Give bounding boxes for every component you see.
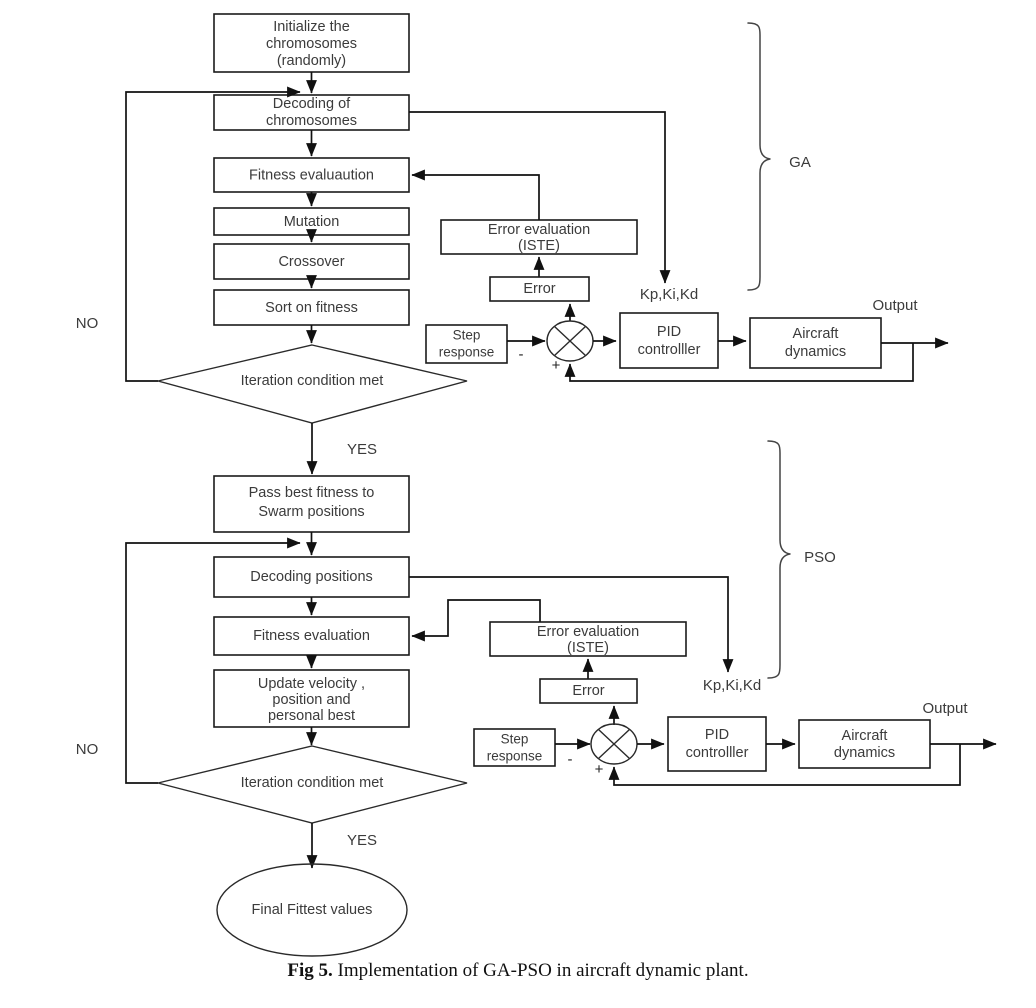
node-pso-error: Error (539, 678, 638, 704)
node-ga-error: Error (489, 276, 590, 302)
label-pso-plus-sign: + (595, 761, 604, 778)
edge-ga-error-eval-to-fitness (411, 169, 540, 220)
node-pso-decision-label: Iteration condition met (241, 775, 384, 791)
node-pso-step-line1: Step (501, 732, 529, 747)
flowchart-canvas: Initialize the chromosomes (randomly) De… (76, 13, 997, 957)
node-pso-aircraft-line1: Aircraft (842, 728, 888, 744)
node-pso-pid-line1: PID (705, 727, 729, 743)
node-pass-best-fitness: Pass best fitness to Swarm positions (213, 475, 410, 533)
node-mutation-label: Mutation (284, 214, 340, 230)
node-ga-step-response: Step response (425, 324, 508, 364)
figure-ga-pso-flowchart: Initialize the chromosomes (randomly) De… (0, 0, 1036, 1008)
node-ga-aircraft-line1: Aircraft (793, 326, 839, 342)
label-ga-output: Output (872, 297, 918, 314)
node-ga-pid-line2: controlller (638, 342, 701, 358)
label-pso-gains: Kp,Ki,Kd (703, 677, 761, 694)
label-ga-yes: YES (347, 441, 377, 458)
node-decoding-line1: Decoding of (273, 96, 351, 112)
node-ga-iteration-decision: Iteration condition met (157, 344, 468, 424)
label-pso-no: NO (76, 741, 99, 758)
node-initialize-line2: chromosomes (266, 36, 357, 52)
node-pass-best-line2: Swarm positions (258, 504, 364, 520)
node-decoding-line2: chromosomes (266, 113, 357, 129)
node-pso-step-line2: response (487, 749, 543, 764)
node-update-velocity: Update velocity , position and personal … (213, 669, 410, 728)
node-decoding-positions-label: Decoding positions (250, 569, 373, 585)
node-decoding-chromosomes: Decoding of chromosomes (213, 94, 410, 131)
node-crossover-label: Crossover (278, 254, 344, 270)
node-initialize-chromosomes: Initialize the chromosomes (randomly) (213, 13, 410, 73)
node-ga-decision-label: Iteration condition met (241, 373, 384, 389)
brace-ga: GA (747, 22, 811, 291)
brace-pso-label: PSO (804, 549, 836, 566)
node-update-line1: Update velocity , (258, 676, 365, 692)
node-pso-error-evaluation: Error evaluation (ISTE) (489, 621, 687, 657)
figure-caption: Fig 5. Implementation of GA-PSO in aircr… (0, 960, 1036, 982)
node-pso-iteration-decision: Iteration condition met (157, 745, 468, 824)
label-pso-yes: YES (347, 832, 377, 849)
label-pso-minus-sign: - (568, 751, 573, 768)
node-ga-aircraft-line2: dynamics (785, 344, 846, 360)
node-ga-fitness-evaluation: Fitness evaluaution (213, 157, 410, 193)
node-sort-label: Sort on fitness (265, 300, 358, 316)
node-initialize-line1: Initialize the (273, 19, 350, 35)
label-pso-output: Output (922, 700, 968, 717)
label-ga-minus-sign: - (519, 346, 524, 363)
node-pso-aircraft-dynamics: Aircraft dynamics (798, 719, 931, 769)
node-ga-pid-line1: PID (657, 324, 681, 340)
node-final-fittest-values: Final Fittest values (216, 863, 408, 957)
node-pso-pid-controller: PID controlller (667, 716, 767, 772)
node-ga-error-label: Error (523, 281, 555, 297)
node-pso-fitness-label: Fitness evaluation (253, 628, 370, 644)
node-pso-step-response: Step response (473, 728, 556, 767)
node-update-line2: position and (272, 692, 350, 708)
node-ga-pid-controller: PID controlller (619, 312, 719, 369)
node-ga-fitness-label: Fitness evaluaution (249, 167, 374, 183)
node-ga-step-line2: response (439, 345, 495, 360)
node-pass-best-line1: Pass best fitness to (249, 485, 375, 501)
edge-decoding-to-gains (409, 111, 671, 284)
node-ga-error-evaluation: Error evaluation (ISTE) (440, 219, 638, 255)
node-pso-error-eval-line2: (ISTE) (567, 640, 609, 656)
label-ga-gains: Kp,Ki,Kd (640, 286, 698, 303)
node-update-line3: personal best (268, 708, 355, 724)
label-ga-plus-sign: + (552, 357, 561, 374)
node-decoding-positions: Decoding positions (213, 556, 410, 598)
brace-ga-label: GA (789, 154, 811, 171)
node-pso-error-eval-line1: Error evaluation (537, 624, 639, 640)
node-pso-pid-line2: controlller (686, 745, 749, 761)
node-ga-step-line1: Step (453, 328, 481, 343)
node-pso-error-label: Error (572, 683, 604, 699)
edge-ga-no-loopback (125, 86, 301, 382)
node-pso-aircraft-line2: dynamics (834, 745, 895, 761)
node-final-label: Final Fittest values (252, 902, 373, 918)
node-mutation: Mutation (213, 207, 410, 236)
brace-pso: PSO (767, 440, 836, 679)
node-ga-error-eval-line1: Error evaluation (488, 222, 590, 238)
node-ga-aircraft-dynamics: Aircraft dynamics (749, 317, 882, 369)
node-crossover: Crossover (213, 243, 410, 280)
label-ga-no: NO (76, 315, 99, 332)
summing-junction-ga (546, 320, 594, 362)
node-ga-error-eval-line2: (ISTE) (518, 238, 560, 254)
summing-junction-pso (590, 723, 638, 765)
figure-caption-text: Implementation of GA-PSO in aircraft dyn… (337, 960, 749, 981)
node-sort-on-fitness: Sort on fitness (213, 289, 410, 326)
figure-caption-number: Fig 5. (287, 960, 333, 981)
node-initialize-line3: (randomly) (277, 53, 346, 69)
node-pso-fitness-evaluation: Fitness evaluation (213, 616, 410, 656)
